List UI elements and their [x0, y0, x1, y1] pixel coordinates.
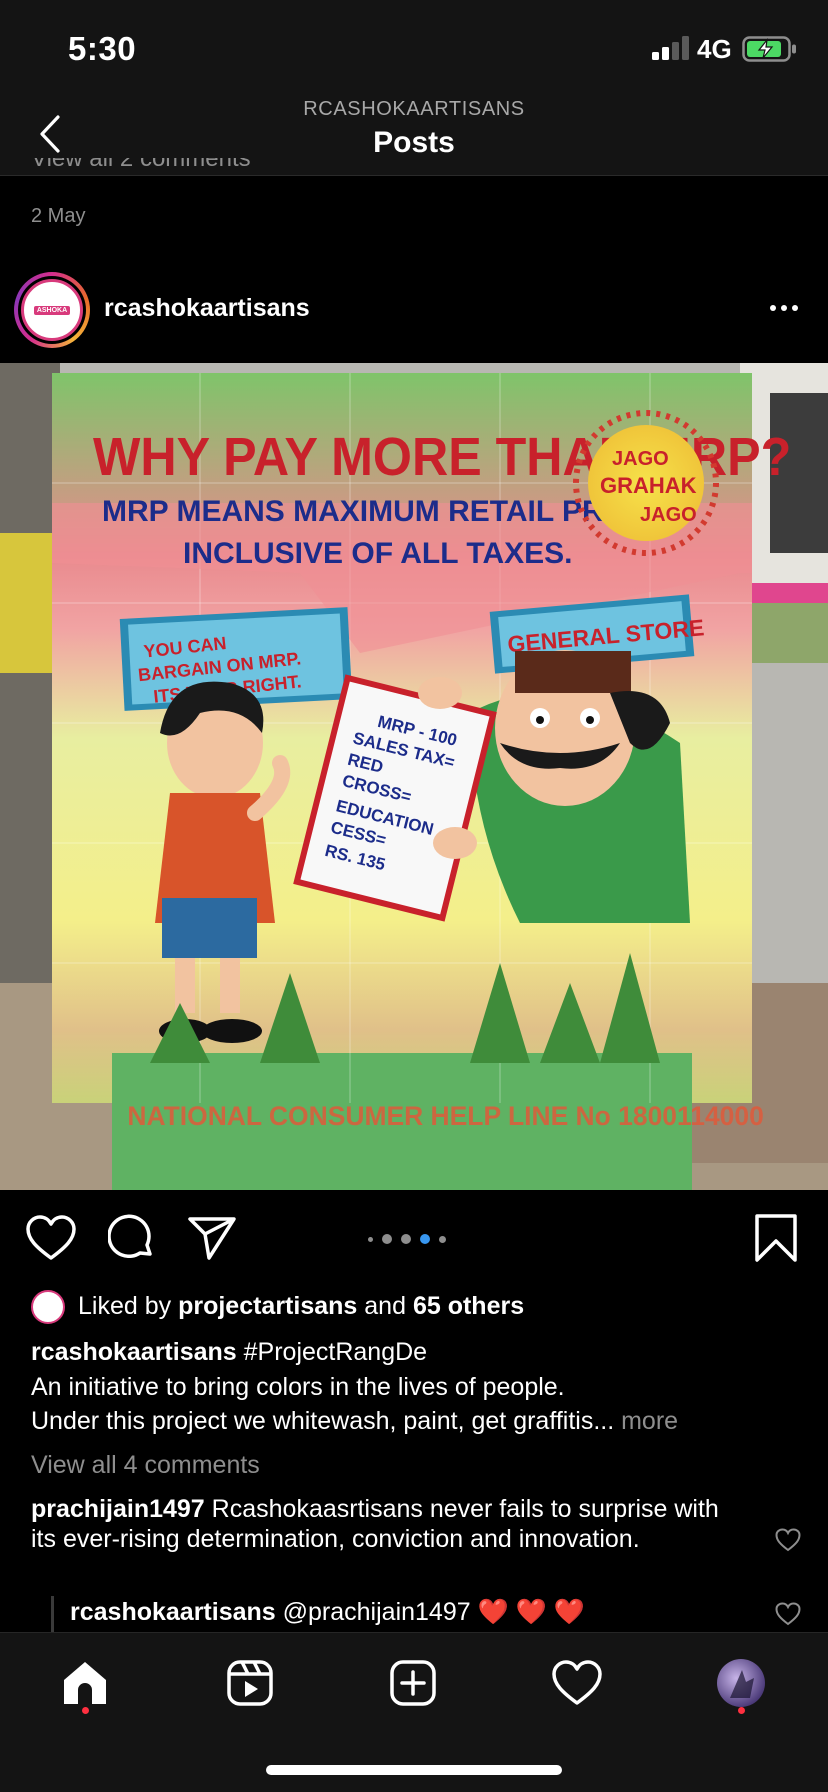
comment-bubble-icon: [108, 1214, 152, 1259]
more-dot: [781, 305, 787, 311]
image-sub2: INCLUSIVE OF ALL TAXES.: [183, 537, 572, 570]
more-dot: [792, 305, 798, 311]
home-notification-dot: [82, 1707, 89, 1714]
home-indicator: [266, 1765, 562, 1775]
likes-others[interactable]: 65 others: [413, 1292, 524, 1320]
comment-username[interactable]: prachijain1497: [31, 1495, 205, 1523]
ashoka-logo: ASHOKA: [21, 279, 83, 341]
caption-username[interactable]: rcashokaartisans: [31, 1338, 237, 1366]
home-icon: [64, 1662, 106, 1704]
badge-line1: JAGO: [612, 448, 669, 470]
carousel-dot: [439, 1235, 446, 1243]
liker-avatar[interactable]: [31, 1290, 65, 1324]
tab-profile[interactable]: [711, 1653, 771, 1713]
caption-line-1: An initiative to bring colors in the liv…: [31, 1373, 565, 1401]
image-helpline: NATIONAL CONSUMER HELP LINE No 180011400…: [127, 1101, 763, 1131]
caption-header: rcashokaartisans #ProjectRangDe: [31, 1338, 427, 1367]
post-image[interactable]: WHY PAY MORE THAN MRP? MRP MEANS MAXIMUM…: [0, 363, 828, 1190]
previous-post-view-comments[interactable]: View all 2 comments: [31, 158, 251, 178]
heart-icon: [26, 1215, 76, 1260]
profile-notification-dot: [738, 1707, 745, 1714]
share-button[interactable]: [186, 1212, 238, 1264]
reply-thread-line: [51, 1596, 54, 1632]
logo-text: ASHOKA: [33, 305, 71, 315]
previous-comments-label: View all 2 comments: [31, 158, 251, 172]
profile-avatar: [717, 1659, 765, 1707]
reply-item: rcashokaartisans @prachijain1497 ❤️ ❤️ ❤…: [70, 1598, 585, 1627]
tab-home[interactable]: [55, 1653, 115, 1713]
network-type: 4G: [697, 34, 732, 64]
reply-username[interactable]: rcashokaartisans: [70, 1598, 276, 1626]
save-button[interactable]: [750, 1212, 802, 1264]
header-account-name: RCASHOKAARTISANS: [303, 98, 525, 120]
carousel-dot: [382, 1234, 392, 1244]
send-icon: [188, 1217, 236, 1260]
likes-middle: and: [364, 1292, 406, 1320]
previous-post-date: 2 May: [31, 205, 86, 227]
caption-line-2: Under this project we whitewash, paint, …: [31, 1407, 615, 1435]
likes-summary[interactable]: Liked by projectartisans and 65 others: [78, 1292, 524, 1321]
carousel-indicator: [352, 1232, 462, 1246]
comment-button[interactable]: [106, 1212, 158, 1264]
heart-outline-icon: [552, 1660, 602, 1705]
page-title: Posts: [373, 126, 455, 159]
bookmark-icon: [755, 1214, 797, 1262]
reply-like-heart-icon[interactable]: [775, 1601, 801, 1627]
liker-username[interactable]: projectartisans: [178, 1292, 357, 1320]
reply-mention[interactable]: @prachijain1497: [283, 1598, 471, 1626]
status-bar: 5:30 4G: [0, 0, 828, 96]
badge-line2: GRAHAK: [600, 473, 697, 498]
reels-icon: [227, 1660, 273, 1706]
comment-item: prachijain1497 Rcashokaasrtisans never f…: [31, 1494, 731, 1554]
battery-charging-icon: [742, 36, 796, 62]
likes-prefix: Liked by: [78, 1292, 172, 1320]
like-button[interactable]: [25, 1212, 77, 1264]
caption-more-link[interactable]: more: [621, 1407, 678, 1435]
create-post-icon: [390, 1660, 436, 1706]
carousel-dot: [368, 1236, 373, 1242]
more-options-button[interactable]: [766, 296, 802, 320]
caption-line-2-wrap: Under this project we whitewash, paint, …: [31, 1407, 678, 1436]
tab-reels[interactable]: [220, 1653, 280, 1713]
post-author-username[interactable]: rcashokaartisans: [104, 294, 310, 323]
image-sub1: MRP MEANS MAXIMUM RETAIL PRICE: [102, 495, 654, 528]
comment-like-heart-icon[interactable]: [775, 1527, 801, 1553]
reply-emoji: ❤️ ❤️ ❤️: [477, 1598, 585, 1626]
carousel-dot: [401, 1234, 411, 1244]
view-all-comments-link[interactable]: View all 4 comments: [31, 1451, 260, 1480]
caption-hashtag[interactable]: #ProjectRangDe: [244, 1338, 427, 1366]
carousel-dot-active: [420, 1234, 430, 1244]
more-dot: [770, 305, 776, 311]
tab-create[interactable]: [383, 1653, 443, 1713]
signal-strength-icon: [652, 36, 689, 60]
post-author-avatar[interactable]: ASHOKA: [14, 272, 90, 348]
tab-activity[interactable]: [547, 1653, 607, 1713]
badge-line3: JAGO: [640, 504, 697, 526]
status-time: 5:30: [68, 30, 137, 67]
